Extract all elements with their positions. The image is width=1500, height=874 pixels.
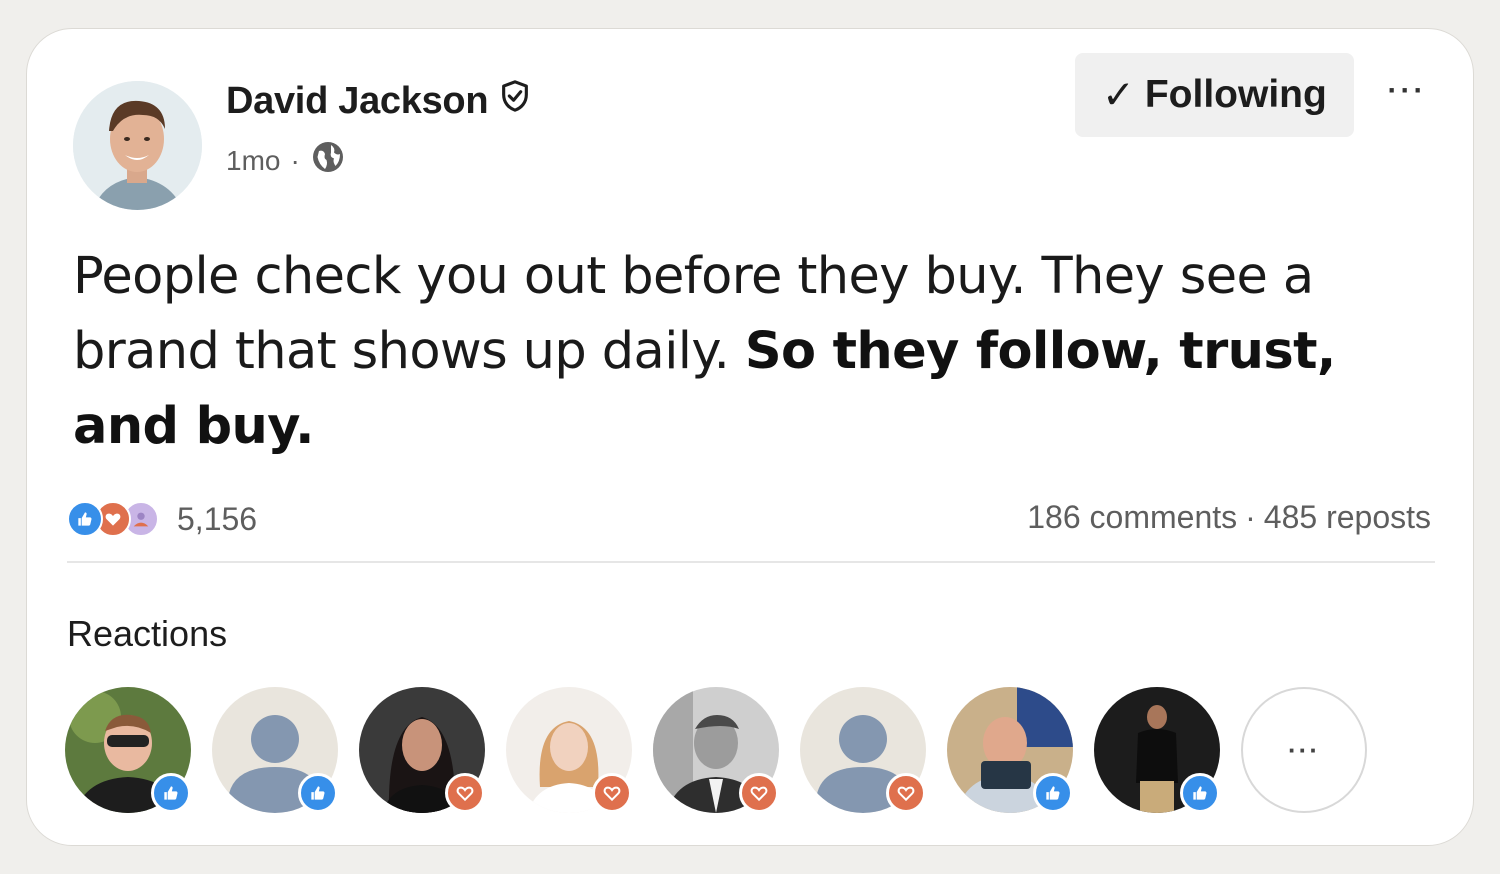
like-icon xyxy=(67,501,103,537)
counts-separator: · xyxy=(1245,499,1256,535)
reactions-heading: Reactions xyxy=(67,613,228,654)
post-text: People check you out before they buy. Th… xyxy=(73,239,1363,464)
ellipsis-icon: ··· xyxy=(1288,734,1320,765)
reactor-avatar[interactable] xyxy=(506,687,632,813)
reactor-avatar[interactable] xyxy=(800,687,926,813)
author-avatar[interactable] xyxy=(73,81,202,210)
reaction-icons xyxy=(67,499,167,539)
checkmark-icon: ✓ xyxy=(1102,73,1135,117)
more-reactors-button[interactable]: ··· xyxy=(1241,687,1367,813)
like-icon xyxy=(151,773,191,813)
like-icon xyxy=(1033,773,1073,813)
love-icon xyxy=(739,773,779,813)
social-counts: 186 comments · 485 reposts xyxy=(1027,499,1431,536)
reactor-avatar[interactable] xyxy=(653,687,779,813)
post-meta: 1mo · xyxy=(226,139,346,182)
reaction-summary[interactable]: 5,156 xyxy=(67,499,257,539)
reactor-avatar[interactable] xyxy=(65,687,191,813)
reactor-avatar[interactable] xyxy=(1094,687,1220,813)
globe-icon xyxy=(310,139,346,182)
following-button[interactable]: ✓ Following xyxy=(1075,53,1354,137)
more-options-button[interactable]: ··· xyxy=(1377,71,1437,111)
post-card: David Jackson 1mo · ✓ Following ··· Peop… xyxy=(26,28,1474,846)
reposts-count[interactable]: 485 reposts xyxy=(1264,499,1431,536)
reactor-avatar[interactable] xyxy=(212,687,338,813)
love-icon xyxy=(886,773,926,813)
reactor-avatar[interactable] xyxy=(947,687,1073,813)
meta-separator: · xyxy=(290,144,300,176)
author-name-row: David Jackson xyxy=(226,79,532,123)
love-icon xyxy=(445,773,485,813)
reactor-list: ··· xyxy=(65,687,1367,813)
like-icon xyxy=(1180,773,1220,813)
reactor-avatar[interactable] xyxy=(359,687,485,813)
author-name[interactable]: David Jackson xyxy=(226,80,489,123)
verified-shield-icon xyxy=(498,79,532,123)
following-label: Following xyxy=(1144,73,1327,116)
ellipsis-icon: ··· xyxy=(1387,74,1427,107)
divider xyxy=(67,561,1435,563)
reaction-count[interactable]: 5,156 xyxy=(177,501,257,538)
post-time: 1mo xyxy=(226,144,281,176)
love-icon xyxy=(592,773,632,813)
like-icon xyxy=(298,773,338,813)
comments-count[interactable]: 186 comments xyxy=(1027,499,1237,536)
